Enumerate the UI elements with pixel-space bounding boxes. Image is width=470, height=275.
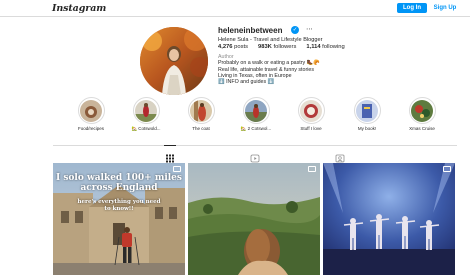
tagged-icon[interactable] [335, 150, 345, 163]
highlight-the-coat[interactable]: The coat [176, 97, 226, 131]
top-navigation-bar: Instagram Log In Sign Up [0, 0, 470, 17]
highlight-ring [297, 97, 325, 124]
highlight-ring [242, 97, 270, 124]
profile-stats: 4,276 posts 983K followers 1,114 followi… [218, 44, 345, 50]
highlight-label: Stuff I love [300, 126, 322, 131]
post-thumbnail-3[interactable] [323, 163, 455, 275]
highlight-thumbnail [356, 99, 378, 122]
following-label: following [322, 44, 345, 50]
post-thumbnail-1[interactable]: I solo walked 100+ miles across England … [53, 163, 185, 275]
highlight-ring [408, 97, 436, 124]
highlight-label: Food/recipes [77, 126, 104, 131]
highlight-thumbnail [411, 99, 433, 122]
highlight-label: 🏡 Cotswold... [131, 126, 161, 131]
active-tab-indicator [164, 145, 176, 146]
highlight-label: Xmas Cruise [409, 126, 435, 131]
post-overlay-title: I solo walked 100+ miles across England [56, 173, 182, 193]
posts-label: posts [234, 44, 248, 50]
highlight-thumbnail [135, 99, 157, 122]
highlight-thumbnail [190, 99, 212, 122]
profile-avatar[interactable] [140, 27, 208, 95]
post-thumbnail-2[interactable] [188, 163, 320, 275]
highlight-cotswold[interactable]: 🏡 Cotswold... [121, 97, 171, 132]
carousel-icon [443, 166, 451, 172]
highlight-label: My book! [357, 126, 377, 131]
following-count: 1,114 [306, 44, 321, 50]
profile-full-name: Helene Sula - Travel and Lifestyle Blogg… [218, 37, 323, 43]
highlight-xmas-cruise[interactable]: Xmas Cruise [397, 97, 447, 131]
post-overlay-subtitle: here's everything you need to know!! [77, 199, 161, 212]
highlight-label: 🏡 2 Cotswol... [240, 126, 272, 131]
bio-line: Real life, attainable travel & funny sto… [218, 66, 314, 73]
bio-line: ⬇️ INFO and guides ⬇️ [218, 79, 275, 86]
login-button[interactable]: Log In [397, 3, 427, 13]
followers-count: 983K [258, 44, 272, 50]
grid-icon[interactable] [165, 150, 175, 163]
following-stat[interactable]: 1,114 following [306, 44, 344, 50]
story-highlights: Food/recipes 🏡 Cotswold... The coat 🏡 2 … [66, 97, 466, 135]
reels-icon[interactable] [250, 150, 260, 163]
followers-stat[interactable]: 983K followers [258, 44, 296, 50]
post-image [188, 163, 320, 275]
highlight-food-recipes[interactable]: Food/recipes [66, 97, 116, 131]
highlight-stuff-i-love[interactable]: Stuff I love [286, 97, 336, 131]
highlight-ring [353, 97, 381, 124]
posts-count: 4,276 [218, 44, 233, 50]
highlight-my-book[interactable]: My book! [342, 97, 392, 131]
highlight-thumbnail [245, 99, 267, 122]
highlight-ring [187, 97, 215, 124]
followers-label: followers [273, 44, 297, 50]
profile-username: heleneinbetween [218, 26, 283, 35]
profile-bio: Author Probably on a walk or eating a pa… [218, 54, 320, 85]
highlight-2-cotswold[interactable]: 🏡 2 Cotswol... [231, 97, 281, 132]
post-image [323, 163, 455, 275]
posts-stat: 4,276 posts [218, 44, 248, 50]
highlight-label: The coat [192, 126, 210, 131]
highlight-thumbnail [80, 99, 102, 122]
more-options-icon[interactable]: ⋯ [306, 25, 313, 33]
highlight-thumbnail [300, 99, 322, 122]
carousel-icon [308, 166, 316, 172]
carousel-icon [173, 166, 181, 172]
verified-badge-icon: ✓ [291, 26, 299, 34]
tabs-divider [53, 145, 457, 146]
instagram-logo[interactable]: Instagram [52, 3, 106, 14]
highlight-ring [132, 97, 160, 124]
signup-button[interactable]: Sign Up [432, 3, 458, 13]
bio-line: Probably on a walk or eating a pastry 🥾🥐 [218, 60, 320, 67]
highlight-ring [77, 97, 105, 124]
